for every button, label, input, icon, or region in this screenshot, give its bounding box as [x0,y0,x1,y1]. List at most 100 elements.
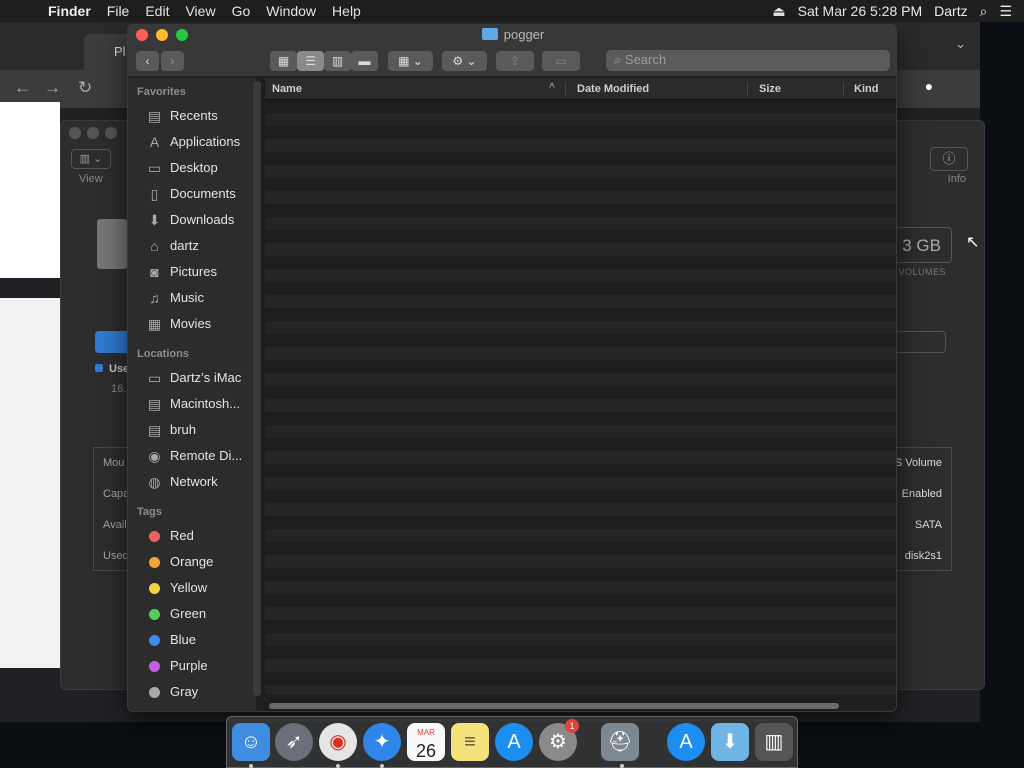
capacity-value: 3 GB [888,227,952,263]
sidebar-item-bruh[interactable]: ▤ bruh [128,417,256,443]
menu-file[interactable]: File [99,3,138,19]
used-value: 16. [111,383,127,395]
sidebar-item-music[interactable]: ♫ Music [128,285,256,311]
launchpad-icon[interactable]: ➶ [275,723,313,761]
sidebar-tag-purple[interactable]: Purple [128,653,256,679]
tag-dot-icon [149,609,160,620]
column-name[interactable]: Name [272,83,302,95]
safari-icon[interactable]: ✦ [363,723,401,761]
sidebar-item-macintosh-hd[interactable]: ▤ Macintosh... [128,391,256,417]
gallery-view-button[interactable]: ▬ [351,51,378,71]
chevron-down-icon[interactable]: ⌄ [955,36,966,52]
sidebar-item-label: Green [170,606,207,621]
minimize-button[interactable] [87,127,99,139]
sidebar-item-movies[interactable]: ▦ Movies [128,311,256,337]
locations-header: Locations [137,348,189,360]
sidebar-item-label: Orange [170,554,214,569]
sidebar-tag-orange[interactable]: Orange [128,549,256,575]
tag-dot-icon [149,661,160,672]
sidebar-item-imac[interactable]: ▭ Dartz’s iMac [128,365,256,391]
sidebar-item-home[interactable]: ⌂ dartz [128,233,256,259]
user-name[interactable]: Dartz [934,3,967,19]
desktop-icon: ▭ [147,160,162,176]
finder-icon[interactable]: ☺ [232,723,270,761]
tag-dot-icon [149,583,160,594]
sidebar-tag-green[interactable]: Green [128,601,256,627]
search-input[interactable]: ⌕ Search [606,50,890,71]
volumes-label: VOLUMES [898,267,946,277]
sidebar-item-pictures[interactable]: ◙ Pictures [128,259,256,285]
sidebar-item-downloads[interactable]: ⬇ Downloads [128,207,256,233]
icon-view-button[interactable]: ▦ [270,51,297,71]
column-view-button[interactable]: ▥ [324,51,351,71]
zoom-button[interactable] [105,127,117,139]
column-kind[interactable]: Kind [854,83,878,95]
column-divider[interactable] [843,82,844,96]
back-button[interactable]: ‹ [136,51,159,71]
file-list: Name ^ Date Modified Size Kind [265,78,896,711]
group-by-button[interactable]: ▦ ⌄ [388,51,433,71]
clock[interactable]: Sat Mar 26 5:28 PM [798,3,923,19]
notes-icon[interactable]: ≡ [451,723,489,761]
hard-disk-icon [97,219,127,269]
downloads-folder-icon[interactable]: ⬇ [711,723,749,761]
notification-center-icon[interactable]: ☰ [999,3,1012,20]
sort-ascending-icon[interactable]: ^ [549,82,555,93]
column-date-modified[interactable]: Date Modified [577,83,649,95]
menu-view[interactable]: View [177,3,223,19]
recents-icon: ▤ [147,108,162,124]
sidebar-tag-red[interactable]: Red [128,523,256,549]
applications-icon: A [149,134,160,150]
browser-page-lower [0,298,60,668]
back-arrow-icon[interactable]: ← [14,78,31,98]
sidebar-item-label: Movies [170,316,212,331]
app-store-folder-icon[interactable]: A [667,723,705,761]
sidebar-item-applications[interactable]: A Applications [128,129,256,155]
sidebar-item-label: Gray [170,684,199,699]
menu-help[interactable]: Help [324,3,369,19]
sidebar-scrollbar[interactable] [253,81,261,696]
running-indicator [336,764,340,768]
info-icon[interactable]: ⓘ [930,147,968,171]
tags-header: Tags [137,506,162,518]
column-divider[interactable] [747,82,748,96]
share-icon[interactable]: ⇪ [496,51,534,71]
app-store-icon[interactable]: A [495,723,533,761]
sidebar-tag-gray[interactable]: Gray [128,679,256,705]
disk-utility-icon[interactable]: ⛑ [601,723,639,761]
sidebar-item-network[interactable]: ◍ Network [128,469,256,495]
pictures-icon: ◙ [150,264,159,280]
menu-app-name[interactable]: Finder [40,3,99,19]
menu-go[interactable]: Go [224,3,259,19]
chrome-icon[interactable]: ◉ [319,723,357,761]
column-divider[interactable] [565,82,566,96]
sidebar-item-label: bruh [170,422,197,437]
tag-dot-icon [149,531,160,542]
column-size[interactable]: Size [759,83,781,95]
downloads-icon: ⬇ [148,212,161,228]
forward-button[interactable]: › [161,51,184,71]
sidebar-item-recents[interactable]: ▤ Recents [128,103,256,129]
sidebar-item-desktop[interactable]: ▭ Desktop [128,155,256,181]
tag-icon[interactable]: ▭ [542,51,580,71]
spotlight-search-icon[interactable]: ⌕ [980,3,988,20]
eject-icon[interactable]: ⏏ [772,3,785,20]
forward-arrow-icon[interactable]: → [44,78,61,98]
sidebar-item-documents[interactable]: ▯ Documents [128,181,256,207]
empty-rows [265,100,896,695]
calendar-icon[interactable]: MAR 26 [407,723,445,761]
action-gear-icon[interactable]: ⚙ ⌄ [442,51,487,71]
profile-avatar-icon[interactable]: ● [918,78,940,100]
sidebar-item-remote-disc[interactable]: ◉ Remote Di... [128,443,256,469]
sidebar-toggle-icon[interactable]: ▥ ⌄ [71,149,111,169]
menu-window[interactable]: Window [258,3,324,19]
reload-icon[interactable]: ↻ [78,78,92,98]
sidebar-tag-yellow[interactable]: Yellow [128,575,256,601]
menu-edit[interactable]: Edit [137,3,177,19]
sidebar-item-label: Red [170,528,194,543]
horizontal-scrollbar[interactable] [269,703,839,709]
trash-icon[interactable]: ▥ [755,723,793,761]
close-button[interactable] [69,127,81,139]
sidebar-tag-blue[interactable]: Blue [128,627,256,653]
list-view-button[interactable]: ☰ [297,51,324,71]
